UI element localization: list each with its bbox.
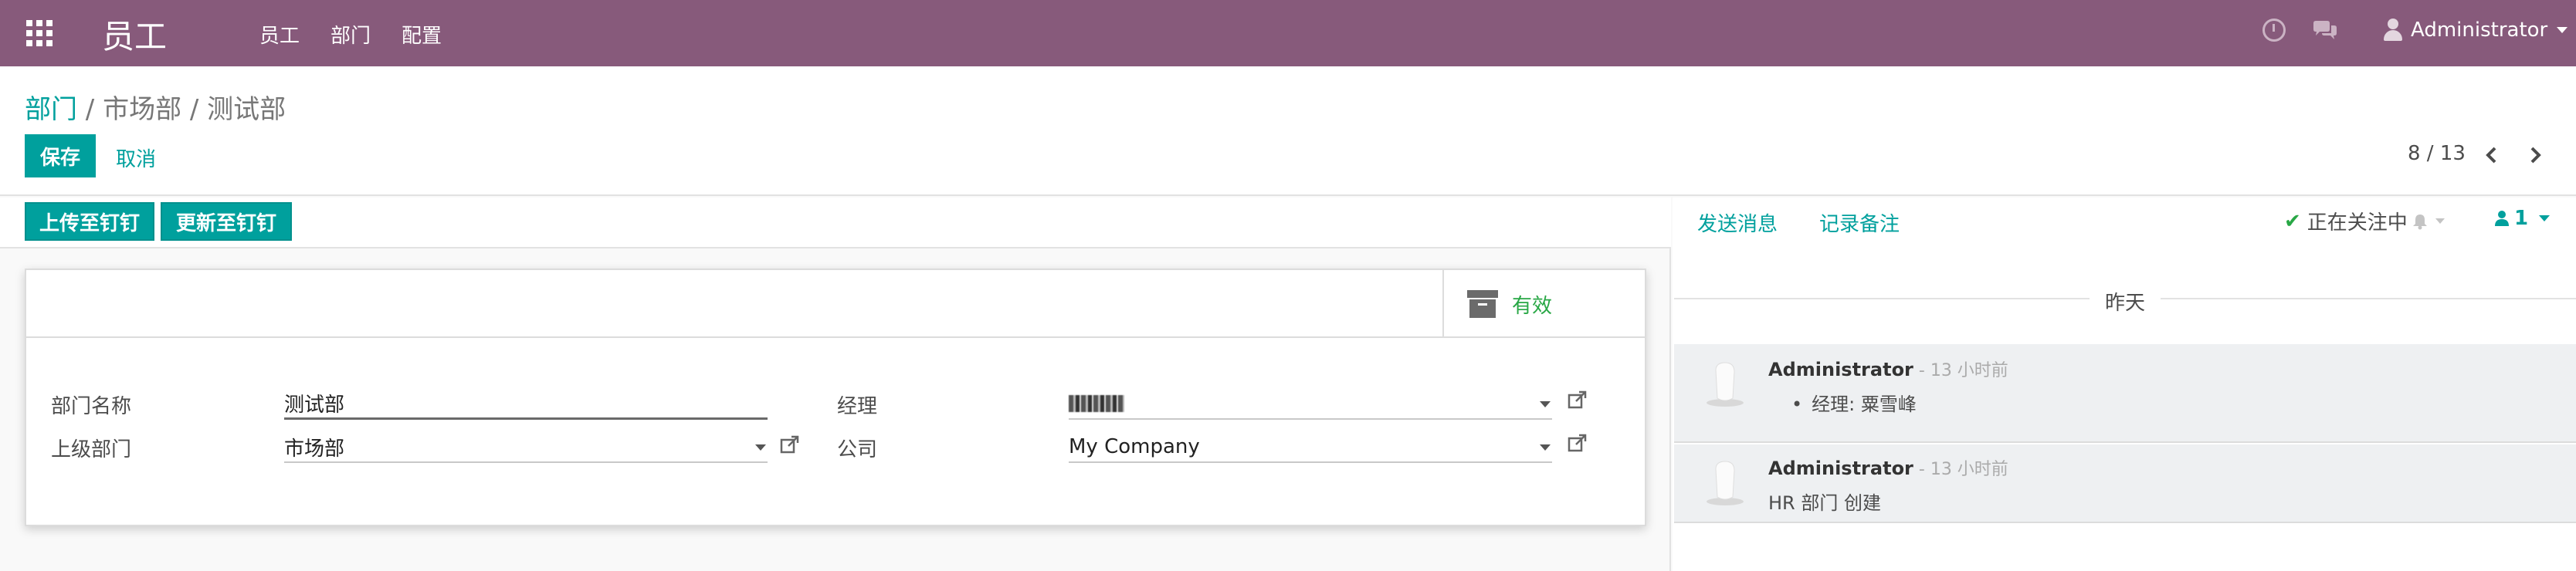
form-button-bar: 上传至钉钉 更新至钉钉 [0, 198, 1671, 248]
department-name-input[interactable]: 测试部 [284, 389, 768, 420]
message-author[interactable]: Administrator [1768, 458, 1913, 479]
department-name-label: 部门名称 [51, 395, 132, 418]
user-menu[interactable]: Administrator [2383, 19, 2568, 42]
apps-menu-icon[interactable] [26, 20, 53, 46]
external-link-icon[interactable] [1568, 390, 1588, 411]
update-to-dingtalk-button[interactable]: 更新至钉钉 [161, 202, 292, 241]
breadcrumb-separator: / [77, 94, 103, 125]
caret-down-icon [2539, 215, 2551, 221]
active-toggle-button[interactable]: 有效 [1442, 270, 1645, 338]
message-date: - 13 小时前 [1913, 361, 2008, 380]
followers-button[interactable]: 1 [2494, 207, 2551, 230]
caret-down-icon [2557, 27, 2568, 33]
department-name-value: 测试部 [284, 394, 345, 417]
save-button[interactable]: 保存 [25, 134, 96, 177]
cancel-button[interactable]: 取消 [116, 144, 156, 172]
manager-label: 经理 [837, 395, 878, 418]
following-label: 正在关注中 [2307, 211, 2408, 235]
pager-value[interactable]: 8 / 13 [2408, 142, 2466, 165]
parent-department-select[interactable]: 市场部 [284, 432, 768, 463]
company-value: My Company [1069, 435, 1200, 458]
day-separator-label: 昨天 [2090, 287, 2161, 316]
followers-count: 1 [2514, 207, 2529, 230]
user-avatar-icon [2383, 19, 2403, 42]
author-avatar [1707, 461, 1744, 505]
dropdown-caret-icon [1540, 401, 1551, 407]
form-view: 上传至钉钉 更新至钉钉 有效 部门名称 测试部 上级部门 市场部 经理 公司 M… [0, 198, 1671, 571]
user-name: Administrator [2411, 19, 2548, 42]
send-message-button[interactable]: 发送消息 [1697, 208, 1778, 237]
user-icon [2495, 211, 2509, 226]
active-status-label: 有效 [1512, 294, 1553, 318]
log-note-button[interactable]: 记录备注 [1819, 208, 1900, 237]
message-body: HR 部门 创建 [1768, 492, 1881, 514]
top-navbar: 员工 员工 部门 配置 Administrator [0, 0, 2576, 66]
company-label: 公司 [837, 438, 878, 461]
menu-item-configuration[interactable]: 配置 [402, 20, 442, 49]
message-author-line: Administrator - 13 小时前 [1768, 455, 2008, 480]
control-panel: 部门 / 市场部 / 测试部 保存 取消 8 / 13 [0, 66, 2576, 196]
pager-next-icon[interactable] [2523, 144, 2547, 167]
bullet: • [1791, 394, 1803, 415]
author-avatar [1707, 362, 1744, 407]
messaging-chat-icon[interactable] [2312, 20, 2338, 40]
chatter-message: Administrator - 13 小时前 • 经理: 粟雪峰 [1674, 344, 2576, 443]
dropdown-caret-icon [1540, 444, 1551, 451]
button-box: 有效 [26, 270, 1645, 338]
caret-down-icon [2435, 218, 2445, 224]
dropdown-caret-icon [755, 444, 766, 451]
follow-toggle[interactable]: ✔ 正在关注中 [2284, 207, 2445, 235]
activity-clock-icon[interactable] [2262, 19, 2286, 42]
check-icon: ✔ [2284, 209, 2301, 233]
chatter-message: Administrator - 13 小时前 HR 部门 创建 [1674, 444, 2576, 523]
message-author-line: Administrator - 13 小时前 [1768, 356, 2008, 381]
breadcrumb-current: 测试部 [207, 94, 286, 125]
manager-value-redacted [1069, 395, 1124, 412]
manager-select[interactable] [1069, 389, 1552, 420]
form-sheet: 有效 部门名称 测试部 上级部门 市场部 经理 公司 My Company [25, 269, 1646, 526]
company-select[interactable]: My Company [1069, 432, 1552, 463]
breadcrumb: 部门 / 市场部 / 测试部 [25, 88, 286, 126]
parent-department-label: 上级部门 [51, 438, 132, 461]
breadcrumb-separator: / [181, 94, 208, 125]
parent-department-value: 市场部 [284, 437, 345, 461]
upload-to-dingtalk-button[interactable]: 上传至钉钉 [25, 202, 154, 241]
message-date: - 13 小时前 [1913, 460, 2008, 479]
menu-item-departments[interactable]: 部门 [330, 20, 371, 49]
tracking-text: 经理: 粟雪峰 [1812, 394, 1917, 415]
breadcrumb-parent: 市场部 [103, 94, 182, 125]
message-author[interactable]: Administrator [1768, 359, 1913, 380]
menu-item-employees[interactable]: 员工 [259, 20, 300, 49]
external-link-icon[interactable] [780, 435, 800, 455]
archive-icon [1467, 290, 1498, 318]
pager-previous-icon[interactable] [2480, 144, 2503, 167]
external-link-icon[interactable] [1568, 434, 1588, 454]
bell-icon [2412, 214, 2427, 229]
app-title: 员工 [102, 18, 168, 56]
message-tracking-value: • 经理: 粟雪峰 [1791, 389, 1917, 416]
breadcrumb-link-departments[interactable]: 部门 [25, 94, 77, 125]
